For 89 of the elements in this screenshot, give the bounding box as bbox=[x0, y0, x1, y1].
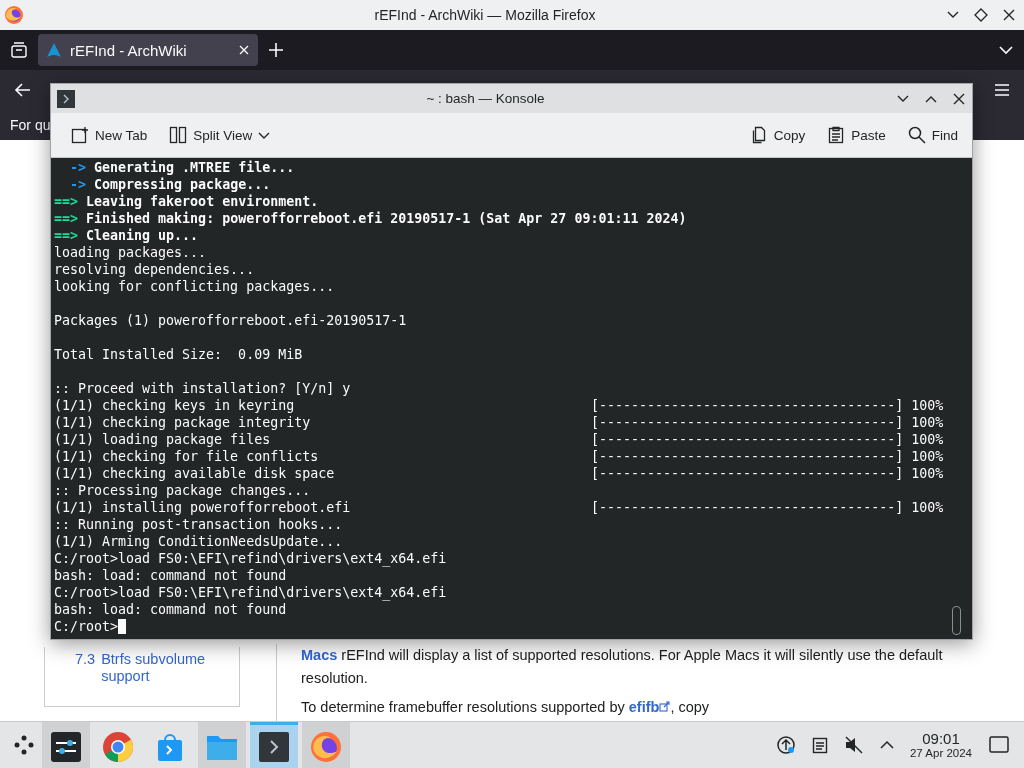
archlinux-logo-icon bbox=[46, 42, 62, 58]
toolbar-button[interactable]: Split View bbox=[165, 122, 275, 148]
terminal-line: (1/1) checking available disk space bbox=[54, 465, 336, 482]
terminal-line: (1/1) checking for file conflicts bbox=[54, 448, 320, 465]
maximize-icon[interactable] bbox=[974, 8, 988, 22]
toc-number[interactable]: 7.3 bbox=[75, 651, 96, 668]
search-icon bbox=[907, 126, 926, 144]
terminal-line: Total Installed Size: 0.09 MiB bbox=[54, 346, 303, 363]
terminal-line: resolving dependencies... bbox=[54, 261, 255, 278]
terminal-line: (1/1) loading package files bbox=[54, 431, 272, 448]
progress-bar-text: [-------------------------------------] bbox=[591, 499, 904, 516]
progress-bar-text: [-------------------------------------] bbox=[591, 431, 904, 448]
close-icon[interactable] bbox=[1002, 8, 1016, 22]
window-title: rEFInd - ArchWiki — Mozilla Firefox bbox=[374, 7, 596, 23]
new-tab-icon[interactable] bbox=[268, 42, 284, 58]
arrow-marker: -> bbox=[70, 159, 87, 176]
browser-tab[interactable]: rEFInd - ArchWiki bbox=[38, 34, 258, 66]
progress-percent: 100% bbox=[911, 465, 944, 482]
progress-percent: 100% bbox=[911, 499, 944, 516]
shopping-bag-icon bbox=[157, 731, 183, 762]
settings-icon bbox=[51, 731, 81, 762]
terminal-line: loading packages... bbox=[54, 244, 207, 261]
arrow-marker: ==> bbox=[54, 210, 79, 227]
split-view-icon bbox=[169, 126, 188, 144]
launcher-icon bbox=[13, 734, 35, 756]
terminal-line: Leaving fakeroot environment. bbox=[86, 193, 319, 210]
terminal-line: (1/1) checking keys in keyring bbox=[54, 397, 296, 414]
progress-percent: 100% bbox=[911, 414, 944, 431]
firefox-icon bbox=[310, 730, 342, 763]
toolbar-button[interactable]: Copy bbox=[745, 122, 810, 148]
clock-time: 09:01 bbox=[922, 731, 960, 747]
menu-icon[interactable] bbox=[994, 83, 1010, 97]
terminal-prompt: C:/root> bbox=[54, 618, 119, 635]
progress-percent: 100% bbox=[911, 448, 944, 465]
clipboard-icon bbox=[827, 126, 846, 144]
close-icon[interactable] bbox=[952, 91, 966, 106]
chrome-icon bbox=[102, 730, 134, 763]
terminal-line: bash: load: command not found bbox=[54, 567, 287, 584]
toc-link[interactable]: Btrfs subvolume support bbox=[101, 651, 239, 685]
toolbar-button[interactable]: Find bbox=[903, 122, 962, 148]
clock[interactable]: 09:01 27 Apr 2024 bbox=[909, 731, 972, 759]
terminal-line: C:/root>load FS0:\EFI\refind\drivers\ext4_x64.efi bbox=[54, 550, 447, 567]
progress-percent: 100% bbox=[911, 397, 944, 414]
terminal-line: Generating .MTREE file... bbox=[94, 159, 295, 176]
terminal-line: Compressing package... bbox=[94, 176, 271, 193]
terminal-line: :: Processing package changes... bbox=[54, 482, 311, 499]
article-paragraph: Macs rEFInd will display a list of supported resolutions. For Apple Macs it will silently use the default resolution. bbox=[301, 646, 944, 688]
terminal-line: C:/root>load FS0:\EFI\refind\drivers\ext4_x64.efi bbox=[54, 584, 447, 601]
terminal-line: (1/1) Arming ConditionNeedsUpdate... bbox=[54, 533, 343, 550]
article-paragraph: To determine framebuffer resolutions supported by efifb , copy bbox=[301, 698, 711, 717]
firefox-icon bbox=[4, 5, 24, 25]
terminal-line: (1/1) installing powerofforreboot.efi bbox=[54, 499, 352, 516]
progress-bar-text: [-------------------------------------] bbox=[591, 465, 904, 482]
toolbar-button[interactable]: Paste bbox=[823, 122, 890, 148]
arrow-marker: -> bbox=[70, 176, 87, 193]
terminal-line: looking for conflicting packages... bbox=[54, 278, 335, 295]
terminal-line: bash: load: command not found bbox=[54, 601, 287, 618]
terminal-line: Packages (1) powerofforreboot.efi-20190517-1 bbox=[54, 312, 407, 329]
terminal-line: :: Running post-transaction hooks... bbox=[54, 516, 343, 533]
terminal-line: Finished making: powerofforreboot.efi 20190517-1 (Sat Apr 27 09:01:11 2024) bbox=[86, 210, 687, 227]
toolbar-button[interactable]: New Tab bbox=[67, 122, 152, 148]
progress-percent: 100% bbox=[911, 431, 944, 448]
progress-bar-text: [-------------------------------------] bbox=[591, 414, 904, 431]
clock-date: 27 Apr 2024 bbox=[909, 747, 972, 759]
external-link-icon bbox=[659, 701, 671, 712]
notice-text: For qu bbox=[10, 117, 51, 133]
volume-button[interactable] bbox=[843, 736, 864, 754]
back-icon[interactable] bbox=[14, 81, 32, 99]
taskbar-app[interactable] bbox=[250, 722, 298, 768]
terminal-line: (1/1) checking package integrity bbox=[54, 414, 312, 431]
terminal-line: :: Proceed with installation? [Y/n] y bbox=[54, 380, 351, 397]
terminal-line: Cleaning up... bbox=[86, 227, 199, 244]
new-tab-icon bbox=[71, 126, 89, 144]
terminal-icon bbox=[259, 731, 289, 762]
show-desktop-icon[interactable] bbox=[988, 735, 1010, 755]
scrollbar-thumb[interactable] bbox=[952, 606, 961, 635]
text-cursor bbox=[118, 619, 127, 634]
article-link[interactable]: Macs bbox=[301, 647, 338, 663]
clipboard-icon[interactable] bbox=[811, 736, 828, 754]
terminal-icon bbox=[57, 89, 75, 108]
arrow-marker: ==> bbox=[54, 227, 79, 244]
progress-bar-text: [-------------------------------------] bbox=[591, 397, 904, 414]
article-link[interactable]: efifb bbox=[628, 699, 671, 715]
tab-list-icon[interactable] bbox=[10, 41, 28, 59]
update-icon[interactable] bbox=[775, 735, 796, 755]
progress-bar-text: [-------------------------------------] bbox=[591, 448, 904, 465]
arrow-marker: ==> bbox=[54, 193, 79, 210]
taskbar-app[interactable] bbox=[42, 722, 90, 768]
window-title: ~ : bash — Konsole bbox=[425, 91, 546, 106]
